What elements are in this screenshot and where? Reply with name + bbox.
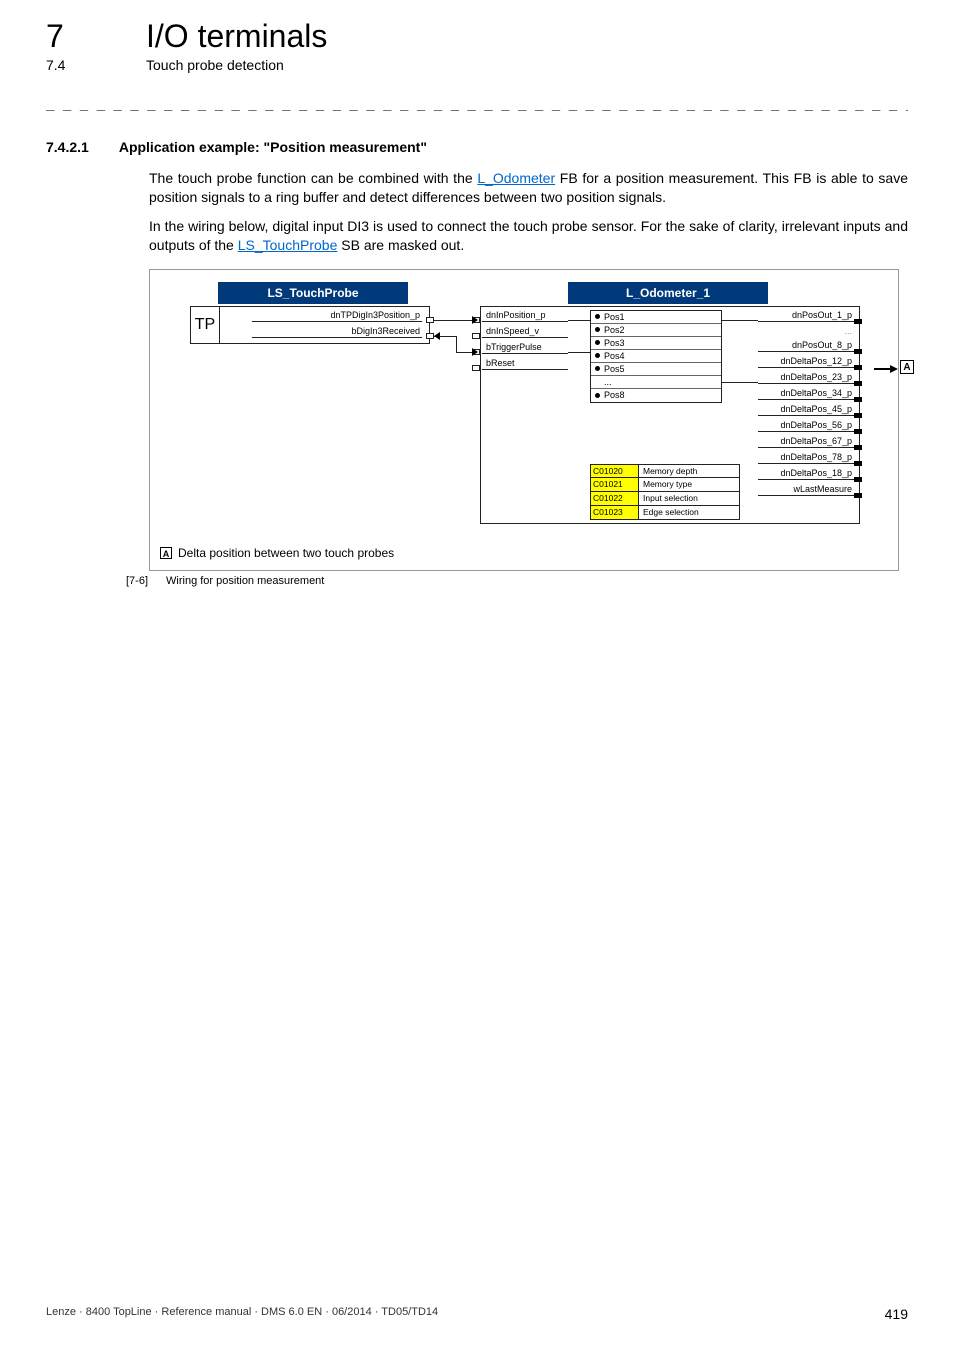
legend-marker-a: A [160,547,172,559]
wire [722,320,758,321]
tp-port-1 [426,317,434,323]
odo-output-5: dnDeltaPos_34_p [758,388,854,400]
odo-out-port [854,397,862,402]
odo-mid-row: Pos5 [591,363,721,376]
odo-input-2: bTriggerPulse [482,342,568,354]
odo-mid-label: Pos3 [604,338,625,348]
odo-out-port [854,413,862,418]
wiring-diagram: LS_TouchProbe TP dnTPDigIn3Position_p bD… [149,269,899,571]
odo-output-8: dnDeltaPos_67_p [758,436,854,448]
odo-mid-label: Pos8 [604,390,625,400]
figure-caption: [7-6] Wiring for position measurement [126,575,908,587]
odo-out-port [854,445,862,450]
odo-output-9: dnDeltaPos_78_p [758,452,854,464]
footer-page-number: 419 [885,1306,908,1322]
chapter-title: I/O terminals [146,18,327,55]
odo-out-port [854,461,862,466]
odo-output-10: dnDeltaPos_18_p [758,468,854,480]
odo-in-port-3 [472,365,480,371]
param-label: Memory depth [639,466,697,476]
label-a-marker: A [900,360,914,374]
odo-output-1: ... [758,326,854,337]
param-code: C01021 [591,478,639,491]
link-ls-touchprobe[interactable]: LS_TouchProbe [238,237,338,253]
odo-out-port [854,493,862,498]
odo-input-0: dnInPosition_p [482,310,568,322]
page-footer: Lenze · 8400 TopLine · Reference manual … [46,1306,908,1322]
odo-out-port [854,349,862,354]
wire [456,352,472,353]
section-title: Touch probe detection [146,57,284,73]
odo-mid-label: Pos2 [604,325,625,335]
paragraph-1: The touch probe function can be combined… [149,169,908,207]
param-row: C01020Memory depth [590,464,740,478]
subsection-title: Application example: "Position measureme… [119,139,427,155]
wire [456,336,457,352]
arrowhead-icon [472,348,478,356]
wire [434,320,472,321]
param-row: C01021Memory type [590,478,740,492]
para2-text-b: SB are masked out. [337,237,464,253]
legend-text: Delta position between two touch probes [178,546,394,560]
chapter-number: 7 [46,18,106,55]
odo-param-table: C01020Memory depth C01021Memory type C01… [590,464,740,520]
odo-mid-label: Pos1 [604,312,625,322]
odo-mid-row: Pos1 [591,311,721,324]
odo-out-port [854,365,862,370]
odo-output-6: dnDeltaPos_45_p [758,404,854,416]
param-label: Edge selection [639,507,699,517]
odo-mid-row: Pos2 [591,324,721,337]
arrowhead-icon [434,332,440,340]
odo-output-0: dnPosOut_1_p [758,310,854,322]
odo-output-4: dnDeltaPos_23_p [758,372,854,384]
odo-input-1: dnInSpeed_v [482,326,568,338]
odo-mid-label: Pos5 [604,364,625,374]
odo-out-port [854,381,862,386]
param-row: C01023Edge selection [590,506,740,520]
odo-mid-label: Pos4 [604,351,625,361]
wire [722,382,758,383]
param-code: C01023 [591,506,639,519]
tp-badge: TP [190,306,220,344]
tp-port-2 [426,333,434,339]
param-code: C01020 [591,465,639,477]
tp-output-1: dnTPDigIn3Position_p [252,310,422,322]
odo-mid-table: Pos1 Pos2 Pos3 Pos4 Pos5 ... Pos8 [590,310,722,403]
tp-block-title: LS_TouchProbe [218,282,408,304]
para1-text-a: The touch probe function can be combined… [149,170,477,186]
caption-text: Wiring for position measurement [166,575,324,587]
section-number: 7.4 [46,57,106,73]
odo-mid-row: Pos3 [591,337,721,350]
odo-block-title: L_Odometer_1 [568,282,768,304]
arrowhead-icon [472,316,478,324]
subsection-number: 7.4.2.1 [46,139,89,155]
caption-number: [7-6] [126,575,148,587]
odo-input-3: bReset [482,358,568,370]
param-code: C01022 [591,492,639,505]
odo-mid-row: Pos4 [591,350,721,363]
odo-mid-ellipsis: ... [604,377,612,387]
diagram-legend: A Delta position between two touch probe… [160,546,888,560]
footer-left: Lenze · 8400 TopLine · Reference manual … [46,1306,438,1322]
param-row: C01022Input selection [590,492,740,506]
wire [568,320,590,321]
odo-in-port-1 [472,333,480,339]
odo-output-2: dnPosOut_8_p [758,340,854,352]
tp-output-2: bDigIn3Received [252,326,422,338]
paragraph-2: In the wiring below, digital input DI3 i… [149,217,908,255]
arrowhead-icon [890,365,898,373]
odo-output-11: wLastMeasure [758,484,854,496]
link-l-odometer[interactable]: L_Odometer [477,170,555,186]
odo-output-7: dnDeltaPos_56_p [758,420,854,432]
odo-output-3: dnDeltaPos_12_p [758,356,854,368]
odo-out-port [854,429,862,434]
odo-mid-row: ... [591,376,721,389]
odo-out-port [854,319,862,324]
odo-out-port [854,477,862,482]
param-label: Memory type [639,479,692,489]
wire [568,352,590,353]
param-label: Input selection [639,493,698,503]
divider: _ _ _ _ _ _ _ _ _ _ _ _ _ _ _ _ _ _ _ _ … [46,95,908,111]
